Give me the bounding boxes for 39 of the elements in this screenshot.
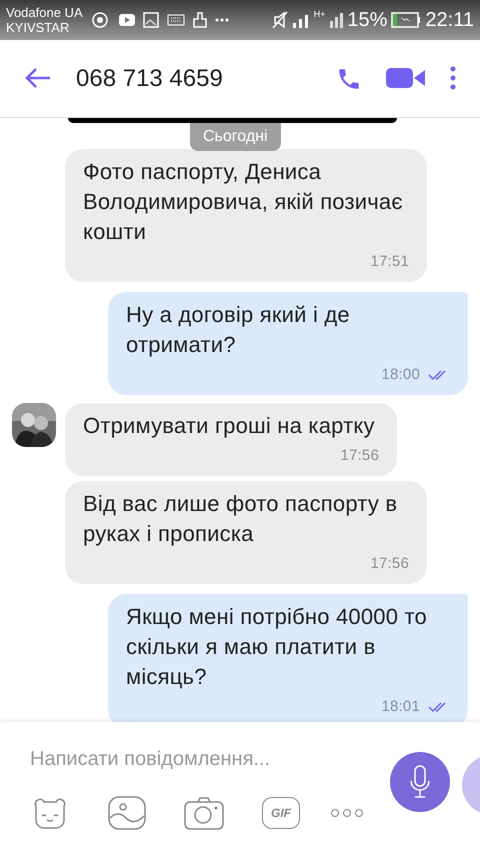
message-time: 17:56	[370, 554, 409, 574]
message-input[interactable]: Написати повідомлення...	[30, 744, 370, 774]
more-icon[interactable]	[330, 808, 364, 818]
message-time: 17:56	[340, 446, 379, 466]
message-text: Отримувати гроші на картку	[83, 412, 376, 440]
message-time: 18:00	[381, 365, 420, 385]
video-icon	[118, 14, 135, 26]
message-time: 17:51	[370, 252, 409, 272]
carrier-name: KYIVSTAR	[6, 20, 70, 35]
message-text: Ну а договір який і де отримати?	[126, 301, 351, 359]
mute-icon	[272, 11, 288, 29]
message-text: Якщо мені потрібно 40000 то скільки я маю платити в місяць?	[126, 603, 428, 691]
signal-icon	[292, 12, 310, 28]
menu-button[interactable]	[450, 66, 456, 91]
outgoing-message-bubble[interactable]: Якщо мені потрібно 40000 то скільки я маю платити в місяць? 18:01	[108, 594, 468, 722]
incoming-message-bubble[interactable]: Фото паспорту, Дениса Володимировича, якій позичає кошти 17:51	[65, 149, 427, 282]
battery-icon	[391, 12, 422, 28]
date-separator: Сьогодні	[190, 123, 281, 151]
gif-button[interactable]: GIF	[262, 797, 300, 829]
video-call-button[interactable]	[386, 66, 426, 91]
incoming-message-bubble[interactable]: Отримувати гроші на картку 17:56	[65, 403, 397, 476]
message-text: Фото паспорту, Дениса Володимировича, якій позичає кошти	[83, 158, 404, 246]
signal-icon	[329, 12, 344, 28]
brush-icon	[192, 12, 207, 28]
battery-percent: 15%	[347, 8, 388, 33]
outgoing-message-bubble[interactable]: Ну а договір який і де отримати? 18:00	[108, 292, 468, 395]
message-text: Від вас лише фото паспорту в руках і прописка	[83, 490, 398, 548]
clock: 22:11	[425, 8, 474, 33]
microphone-icon	[409, 765, 431, 799]
network-type: H+	[314, 10, 326, 19]
contact-title: 068 713 4659	[76, 64, 224, 94]
carrier-name: Vodafone UA	[6, 5, 83, 20]
image-icon	[142, 12, 159, 28]
more-icon	[214, 18, 229, 22]
message-time: 18:01	[381, 697, 420, 717]
gallery-icon[interactable]	[108, 796, 146, 830]
camera-icon[interactable]	[184, 796, 224, 830]
incoming-message-bubble[interactable]: Від вас лише фото паспорту в руках і прописка 17:56	[65, 481, 427, 584]
keyboard-icon	[166, 14, 185, 26]
